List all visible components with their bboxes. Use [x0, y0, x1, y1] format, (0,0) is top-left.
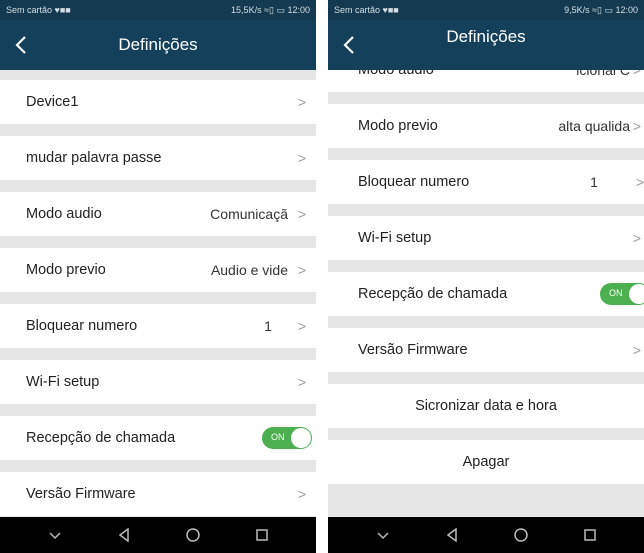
- nav-back-icon: [118, 528, 129, 542]
- row-label: Device1: [26, 94, 79, 110]
- nav-down-icon: [376, 532, 389, 540]
- nav-home-button[interactable]: [178, 520, 208, 550]
- screen-divider: [316, 0, 328, 553]
- call-reception-toggle[interactable]: ON: [262, 427, 312, 449]
- row-label: Versão Firmware: [358, 342, 468, 358]
- settings-list: Modo audio icional C > Modo previo alta …: [328, 70, 644, 517]
- nav-back-button[interactable]: [109, 520, 139, 550]
- settings-screen-right: Sem cartão ♥■■ 9,5K/s ≈▯ ▭ 12:00 Definiç…: [328, 0, 644, 553]
- row-value: icional C: [576, 70, 630, 78]
- row-label: Versão Firmware: [26, 486, 136, 502]
- nav-back-button[interactable]: [437, 520, 467, 550]
- chevron-right-icon: >: [635, 174, 644, 190]
- chevron-right-icon: >: [632, 70, 642, 78]
- chevron-right-icon: >: [632, 230, 642, 246]
- nav-down-button[interactable]: [40, 520, 70, 550]
- chevron-right-icon: >: [297, 206, 307, 222]
- settings-row-call-reception: Recepção de chamada ON: [328, 272, 644, 316]
- row-label: Recepção de chamada: [358, 286, 508, 302]
- sync-date-time-label: Sicronizar data e hora: [415, 398, 557, 414]
- settings-list: Device1 > mudar palavra passe > Modo aud…: [0, 70, 316, 517]
- call-reception-toggle[interactable]: ON: [600, 283, 644, 305]
- status-bar: Sem cartão ♥■■ 15,5K/s ≈▯ ▭ 12:00: [0, 0, 316, 20]
- row-label: Modo audio: [26, 206, 102, 222]
- row-label: Wi-Fi setup: [358, 230, 432, 246]
- delete-label: Apagar: [462, 454, 510, 470]
- page-title: Definições: [118, 35, 198, 54]
- row-value: alta qualida: [558, 118, 630, 134]
- status-indicators: 15,5K/s ≈▯ ▭ 12:00: [231, 4, 310, 15]
- chevron-right-icon: >: [297, 374, 307, 390]
- row-value: Comunicaçã: [210, 206, 288, 222]
- settings-row-call-reception: Recepção de chamada ON: [0, 416, 316, 460]
- chevron-right-icon: >: [297, 262, 307, 278]
- settings-row-device-name[interactable]: Device1 >: [0, 80, 316, 124]
- settings-row-preview-mode[interactable]: Modo previo Audio e vide >: [0, 248, 316, 292]
- nav-home-icon: [185, 528, 200, 542]
- nav-home-icon: [513, 528, 528, 542]
- row-label: Bloquear numero: [358, 174, 470, 190]
- toggle-state-label: ON: [609, 288, 623, 298]
- row-label: Modo previo: [358, 118, 438, 134]
- settings-row-block-number[interactable]: Bloquear numero 1 >: [0, 304, 316, 348]
- app-bar: Definições: [0, 20, 316, 70]
- settings-row-firmware-version[interactable]: Versão Firmware >: [0, 472, 316, 516]
- toggle-knob: [629, 284, 644, 304]
- toggle-knob: [291, 428, 311, 448]
- row-label: Recepção de chamada: [26, 430, 176, 446]
- chevron-right-icon: >: [297, 318, 307, 334]
- settings-row-preview-mode[interactable]: Modo previo alta qualida >: [328, 104, 644, 148]
- row-label: Bloquear numero: [26, 318, 138, 334]
- settings-row-audio-mode[interactable]: Modo audio icional C >: [328, 70, 644, 92]
- system-nav-bar: [328, 517, 644, 553]
- settings-row-change-password[interactable]: mudar palavra passe >: [0, 136, 316, 180]
- row-label: Wi-Fi setup: [26, 374, 100, 390]
- toggle-state-label: ON: [271, 432, 285, 442]
- settings-row-audio-mode[interactable]: Modo audio Comunicaçã >: [0, 192, 316, 236]
- chevron-right-icon: >: [297, 150, 307, 166]
- row-value: 1: [590, 174, 598, 190]
- nav-back-icon: [446, 528, 457, 542]
- nav-recents-icon: [583, 529, 596, 541]
- nav-down-icon: [48, 532, 61, 540]
- settings-row-wifi-setup[interactable]: Wi-Fi setup >: [328, 216, 644, 260]
- row-value: 1: [264, 318, 272, 334]
- settings-row-block-number[interactable]: Bloquear numero 1 >: [328, 160, 644, 204]
- settings-row-wifi-setup[interactable]: Wi-Fi setup >: [0, 360, 316, 404]
- row-label: Modo previo: [26, 262, 106, 278]
- chevron-right-icon: >: [632, 118, 642, 134]
- nav-recents-icon: [255, 529, 268, 541]
- settings-row-firmware-version[interactable]: Versão Firmware >: [328, 328, 644, 372]
- delete-button[interactable]: Apagar: [328, 440, 644, 484]
- nav-down-button[interactable]: [368, 520, 398, 550]
- system-nav-bar: [0, 517, 316, 553]
- nav-recents-button[interactable]: [247, 520, 277, 550]
- settings-screen-left: Sem cartão ♥■■ 15,5K/s ≈▯ ▭ 12:00 Defini…: [0, 0, 316, 553]
- status-carrier: Sem cartão ♥■■: [6, 5, 71, 15]
- app-bar: Definições: [328, 20, 644, 70]
- nav-recents-button[interactable]: [575, 520, 605, 550]
- row-value: Audio e vide: [210, 262, 288, 278]
- page-title: Definições: [446, 27, 526, 46]
- row-label: Modo audio: [358, 70, 434, 78]
- chevron-right-icon: >: [632, 342, 642, 358]
- chevron-right-icon: >: [297, 486, 307, 502]
- nav-home-button[interactable]: [506, 520, 536, 550]
- sync-date-time-button[interactable]: Sicronizar data e hora: [328, 384, 644, 428]
- row-label: mudar palavra passe: [26, 150, 162, 166]
- chevron-right-icon: >: [297, 94, 307, 110]
